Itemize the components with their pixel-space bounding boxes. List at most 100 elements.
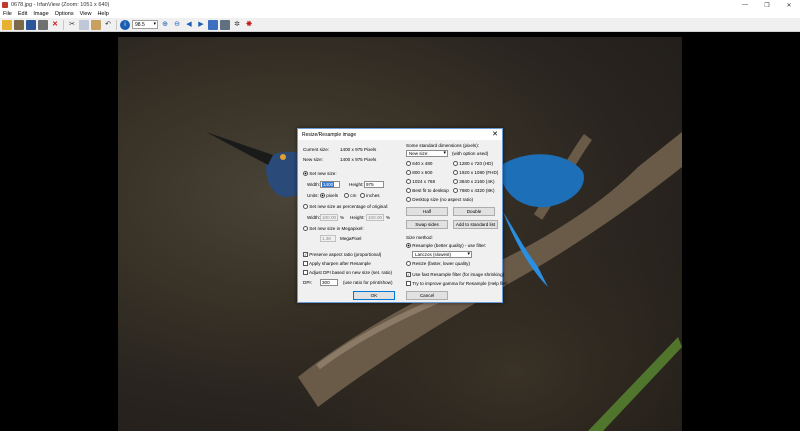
dialog-title-bar: Resize/Resample image ✕ [298,129,502,140]
menu-bar: File Edit Image Options View Help [0,10,800,18]
menu-help[interactable]: Help [97,11,108,17]
irfanview-logo-icon[interactable]: ❋ [244,20,254,30]
units-pixels-option[interactable]: pixels [320,193,339,199]
radio-icon [406,261,411,267]
std-1280x720-label: 1280 x 720 (HD) [459,161,493,166]
std-7680x4320[interactable]: 7680 x 4320 (8K) [453,188,495,194]
standard-size-select[interactable]: New size: [406,150,448,157]
height-input[interactable]: 975 [364,181,384,188]
previous-icon[interactable]: ◀ [184,20,194,30]
radio-icon [406,197,411,203]
double-button[interactable]: Double [453,207,495,216]
gamma-label: Try to improve gamma for Resample (Help … [412,281,508,286]
pct-height-value: 100.00 [368,215,383,220]
filter-value: Lanczos (slowest) [415,252,452,257]
standard-hint: (with option used) [452,151,489,156]
percentage-option[interactable]: Set new size as percentage of original: [303,204,389,210]
megapixel-option[interactable]: Set new size in Megapixel: [303,226,364,232]
std-800x600[interactable]: 800 x 600 [406,170,432,176]
std-1024x768-label: 1024 x 768 [412,179,436,184]
current-size-value: 1400 x 975 Pixels [340,147,377,152]
maximize-button[interactable]: ❐ [756,0,778,10]
checkbox-checked-icon: ✓ [406,272,411,278]
minimize-button[interactable]: — [734,0,756,10]
app-icon [2,2,8,8]
zoom-out-icon[interactable]: ⊖ [172,20,182,30]
pct-height-label: Height: [350,215,365,220]
std-desktop-label: Desktop size (no aspect ratio) [412,197,474,202]
std-best-fit[interactable]: Best fit to desktop [406,188,449,194]
height-label: Height: [349,182,364,187]
zoom-value: 98.5 [135,21,145,28]
swap-sides-button[interactable]: Swap sides [406,220,448,229]
preserve-aspect-checkbox[interactable]: ✓ Preserve aspect ratio (proportional) [303,252,381,258]
cancel-button[interactable]: Cancel [406,291,448,300]
filter-select[interactable]: Lanczos (slowest) [412,251,472,258]
settings-icon[interactable]: ✲ [232,20,242,30]
ok-button[interactable]: OK [353,291,395,300]
std-3840x2160[interactable]: 3840 x 2160 (4K) [453,179,495,185]
pct-symbol: % [340,215,345,220]
save-icon[interactable] [26,19,36,30]
menu-image[interactable]: Image [33,11,48,17]
dpi-label: DPI: [303,280,312,285]
adjust-dpi-checkbox[interactable]: Adjust DPI based on new size (set. ratio… [303,270,392,276]
radio-icon [303,204,308,210]
menu-edit[interactable]: Edit [18,11,27,17]
std-640x480-label: 640 x 480 [412,161,433,166]
menu-file[interactable]: File [3,11,12,17]
fast-resample-label: Use fast Resample filter (for image shri… [412,272,505,277]
half-button[interactable]: Half [406,207,448,216]
resample-option[interactable]: Resample (better quality) - use filter: [406,243,487,249]
copy-to-icon[interactable] [220,19,230,30]
units-pixels-label: pixels [326,193,339,198]
menu-options[interactable]: Options [55,11,74,17]
copy-icon[interactable] [79,19,89,30]
megapixel-input[interactable]: 1.36 [320,235,336,242]
zoom-select[interactable]: 98.5 [132,20,158,29]
std-7680x4320-label: 7680 x 4320 (8K) [459,188,495,193]
megapixel-value: 1.36 [322,236,331,241]
width-input[interactable]: 1400 [320,181,340,188]
paste-icon[interactable] [91,19,101,30]
std-1920x1080[interactable]: 1920 x 1080 (FHD) [453,170,499,176]
checkbox-checked-icon: ✓ [303,252,308,258]
pct-width-input[interactable]: 100.00 [320,214,338,221]
radio-icon [453,170,458,176]
thumbnails-icon[interactable] [208,19,218,30]
dpi-input[interactable]: 300 [320,279,338,286]
units-cm-label: cm [350,193,357,198]
open-folder-icon[interactable] [2,19,12,30]
set-new-size-option[interactable]: Set new size: [303,171,337,177]
menu-view[interactable]: View [80,11,92,17]
fast-resample-checkbox[interactable]: ✓ Use fast Resample filter (for image sh… [406,272,505,278]
sharpen-checkbox[interactable]: Apply sharpen after Resample [303,261,371,267]
std-desktop[interactable]: Desktop size (no aspect ratio) [406,197,474,203]
std-640x480[interactable]: 640 x 480 [406,161,433,167]
units-inches-option[interactable]: inches [360,193,380,199]
next-icon[interactable]: ▶ [196,20,206,30]
std-1024x768[interactable]: 1024 x 768 [406,179,436,185]
units-label: Units: [307,193,319,198]
resize-option[interactable]: Resize (faster, lower quality) [406,261,470,267]
dpi-value: 300 [322,280,330,285]
resample-label: Resample (better quality) - use filter: [412,243,487,248]
delete-icon[interactable]: ✕ [50,20,60,30]
slideshow-icon[interactable] [14,19,24,30]
pct-height-input[interactable]: 100.00 [366,214,384,221]
close-window-button[interactable]: ✕ [778,0,800,10]
cut-icon[interactable]: ✂ [67,20,77,30]
info-icon[interactable]: i [120,19,130,30]
std-1280x720[interactable]: 1280 x 720 (HD) [453,161,493,167]
megapixel-unit: MegaPixel [340,236,362,241]
dialog-close-icon[interactable]: ✕ [492,130,498,138]
add-standard-button[interactable]: Add to standard list [453,220,498,229]
radio-icon [320,193,325,199]
undo-icon[interactable]: ↶ [103,20,113,30]
print-icon[interactable] [38,19,48,30]
std-1920x1080-label: 1920 x 1080 (FHD) [459,170,499,175]
percentage-label: Set new size as percentage of original: [309,204,389,209]
zoom-in-icon[interactable]: ⊕ [160,20,170,30]
gamma-checkbox[interactable]: Try to improve gamma for Resample (Help … [406,281,508,287]
units-cm-option[interactable]: cm [344,193,357,199]
